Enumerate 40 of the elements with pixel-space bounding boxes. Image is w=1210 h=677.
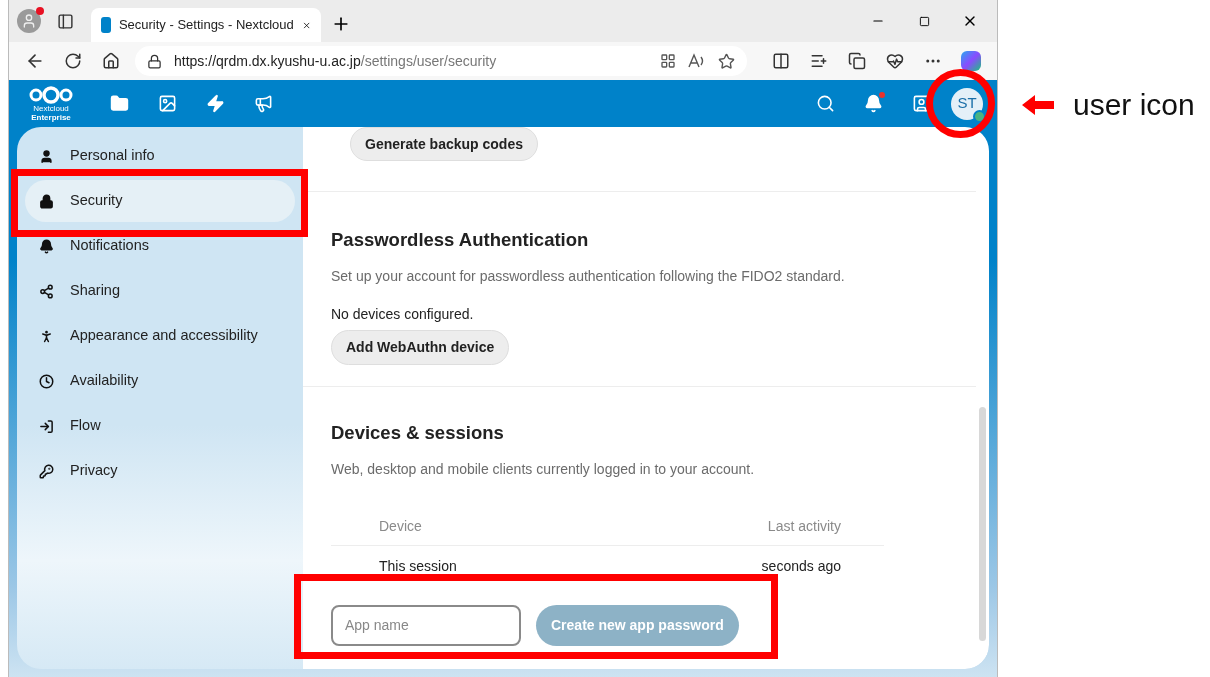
- key-icon: [39, 463, 54, 479]
- sidebar-item[interactable]: Security: [25, 180, 295, 222]
- table-cell-text: seconds ago: [761, 557, 841, 577]
- sidebar-item[interactable]: Notifications: [25, 225, 295, 267]
- section-title: Passwordless Authentication: [331, 228, 590, 252]
- flow-icon: [39, 418, 54, 434]
- annotation-label: user icon: [1073, 87, 1195, 123]
- generate-backup-codes-button[interactable]: Generate backup codes: [350, 127, 538, 161]
- section-description: Web, desktop and mobile clients currently logged in to your account.: [331, 459, 756, 479]
- column-header: Device: [379, 516, 422, 536]
- read-aloud-icon[interactable]: [688, 53, 706, 69]
- accessibility-icon: [39, 328, 54, 344]
- sidebar-item[interactable]: Privacy: [25, 450, 295, 492]
- browser-tab[interactable]: Security - Settings - Nextcloud: [91, 8, 321, 42]
- scrollbar[interactable]: [979, 407, 986, 641]
- sidebar-item[interactable]: Sharing: [25, 270, 295, 312]
- address-field[interactable]: https://qrdm.dx.kyushu-u.ac.jp/settings/user/security: [135, 46, 747, 76]
- person-icon: [39, 148, 54, 164]
- user-avatar[interactable]: ST: [951, 87, 983, 120]
- lock-icon: [147, 53, 162, 69]
- sidebar-item[interactable]: Availability: [25, 360, 295, 402]
- sidebar-item[interactable]: Flow: [25, 405, 295, 447]
- section-title: Devices & sessions: [331, 421, 505, 445]
- profile-icon[interactable]: [17, 9, 41, 33]
- section-description: Set up your account for passwordless authentication following the FIDO2 standard.: [331, 266, 846, 286]
- sidebar-item[interactable]: Appearance and accessibility: [25, 315, 295, 357]
- app-name-field[interactable]: App name: [331, 604, 521, 646]
- annotation-arrow: [1022, 94, 1054, 115]
- bell-icon: [39, 238, 54, 254]
- add-webauthn-device-button[interactable]: Add WebAuthn device: [331, 329, 510, 365]
- favorite-icon: [718, 52, 735, 70]
- nextcloud-logo[interactable]: Nextcloud Enterprise: [27, 85, 75, 122]
- apps-icon: [660, 53, 676, 69]
- lock-icon: [39, 193, 54, 209]
- sidebar-item[interactable]: Personal info: [25, 135, 295, 177]
- clock-icon: [39, 373, 54, 389]
- column-header: Last activity: [767, 516, 841, 536]
- table-cell-text: This session: [379, 557, 457, 577]
- status-text: No devices configured.: [331, 304, 475, 324]
- share-icon: [39, 283, 54, 299]
